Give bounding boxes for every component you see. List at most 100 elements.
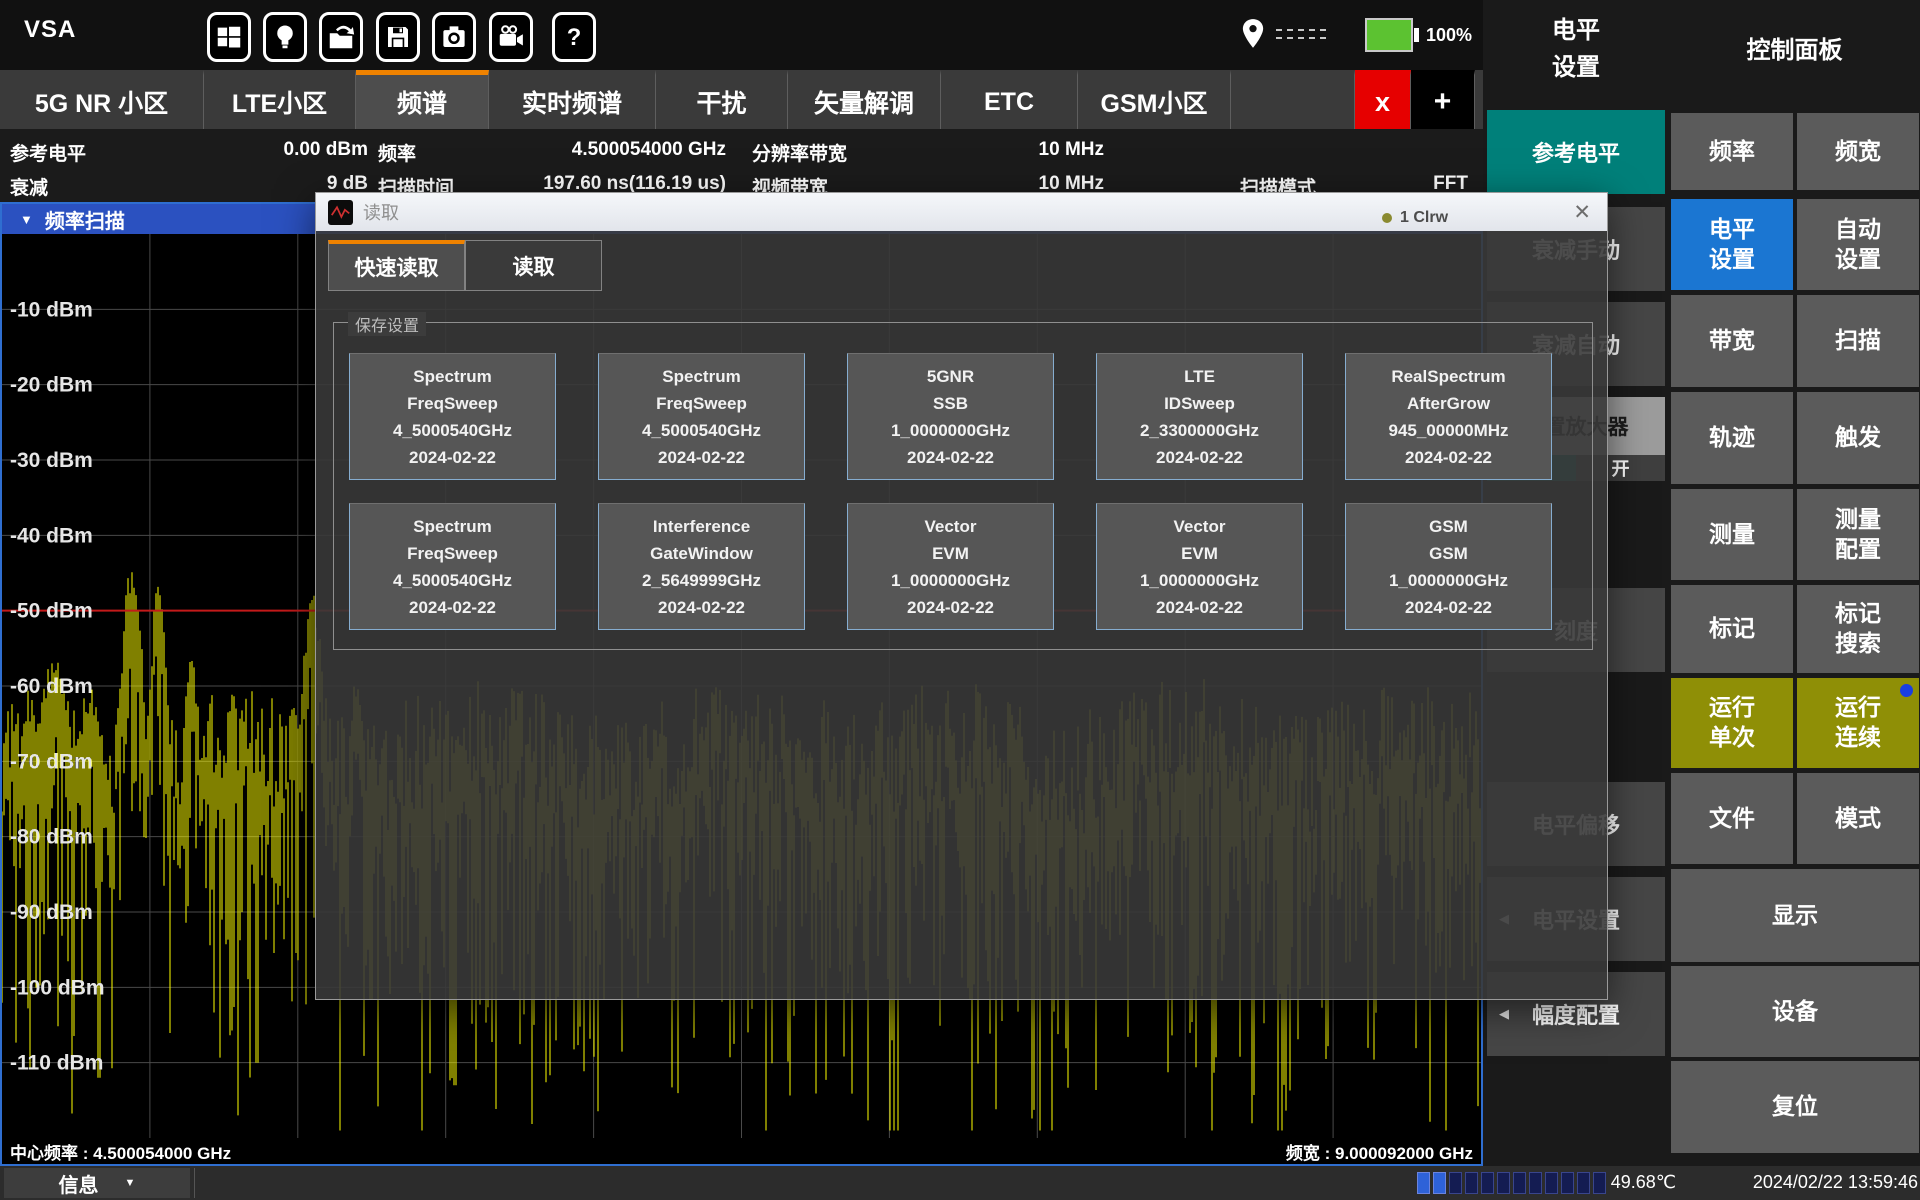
save-button[interactable] [376, 12, 420, 62]
tab-干扰[interactable]: 干扰 [656, 70, 788, 129]
card-frequency: 1_0000000GHz [891, 567, 1010, 594]
saved-setting-card[interactable]: InterferenceGateWindow2_5649999GHz2024-0… [598, 503, 805, 630]
card-date: 2024-02-22 [658, 444, 745, 471]
back-arrow-icon: ◀ [1499, 1006, 1509, 1022]
control-button-测量[interactable]: 测量 [1671, 489, 1793, 580]
card-name: Vector [1174, 513, 1226, 540]
setting-频率: 频率4.500054000 GHz [378, 139, 726, 166]
tab-ETC[interactable]: ETC [941, 70, 1078, 129]
center-frequency-readout: 中心频率 : 4.500054000 GHz [10, 1139, 231, 1164]
control-button-显示[interactable]: 显示 [1671, 869, 1919, 962]
saved-setting-card[interactable]: 5GNRSSB1_0000000GHz2024-02-22 [847, 353, 1054, 480]
setting-label: 参考电平 [10, 139, 86, 166]
card-name: GSM [1429, 513, 1468, 540]
saved-settings-cards: SpectrumFreqSweep4_5000540GHz2024-02-22 S… [349, 353, 1552, 630]
control-button-触发[interactable]: 触发 [1797, 392, 1919, 484]
card-frequency: 4_5000540GHz [393, 567, 512, 594]
help-button[interactable]: ? [552, 12, 596, 62]
saved-setting-card[interactable]: VectorEVM1_0000000GHz2024-02-22 [1096, 503, 1303, 630]
submenu-title: 电平 设置 [1483, 12, 1669, 86]
add-tab-button[interactable]: + [1411, 70, 1475, 129]
setting-value[interactable]: 0.00 dBm [284, 139, 368, 166]
card-date: 2024-02-22 [658, 594, 745, 621]
control-button-测量配置[interactable]: 测量 配置 [1797, 489, 1919, 580]
saved-setting-card[interactable]: GSMGSM1_0000000GHz2024-02-22 [1345, 503, 1552, 630]
card-date: 2024-02-22 [907, 444, 994, 471]
y-axis-tick: -100 dBm [10, 976, 105, 999]
saved-setting-card[interactable]: SpectrumFreqSweep4_5000540GHz2024-02-22 [598, 353, 805, 480]
card-frequency: 1_0000000GHz [891, 417, 1010, 444]
video-recorder-button[interactable] [489, 12, 533, 62]
card-name: Vector [925, 513, 977, 540]
y-axis-tick: -70 dBm [10, 750, 93, 773]
control-button-复位[interactable]: 复位 [1671, 1061, 1919, 1153]
card-frequency: 2_5649999GHz [642, 567, 761, 594]
card-date: 2024-02-22 [1156, 444, 1243, 471]
folder-open-button[interactable] [319, 12, 363, 62]
card-frequency: 2_3300000GHz [1140, 417, 1259, 444]
control-button-轨迹[interactable]: 轨迹 [1671, 392, 1793, 484]
control-panel-title: 控制面板 [1669, 30, 1920, 65]
saved-setting-card[interactable]: RealSpectrumAfterGrow945_00000MHz2024-02… [1345, 353, 1552, 480]
control-button-标记搜索[interactable]: 标记 搜索 [1797, 585, 1919, 673]
control-button-频率[interactable]: 频率 [1671, 113, 1793, 190]
battery-icon [1365, 18, 1413, 52]
dialog-tab-读取[interactable]: 读取 [465, 240, 602, 291]
location-pin-icon [1240, 18, 1266, 50]
saved-setting-card[interactable]: SpectrumFreqSweep4_5000540GHz2024-02-22 [349, 503, 556, 630]
tab-GSM小区[interactable]: GSM小区 [1078, 70, 1231, 129]
bulb-icon [270, 22, 300, 52]
control-button-模式[interactable]: 模式 [1797, 773, 1919, 864]
saved-setting-card[interactable]: VectorEVM1_0000000GHz2024-02-22 [847, 503, 1054, 630]
card-subname: EVM [1181, 540, 1218, 567]
close-tab-button[interactable]: x [1355, 70, 1411, 129]
bulb-button[interactable] [263, 12, 307, 62]
progress-segment [1449, 1172, 1462, 1194]
tab-5G NR 小区[interactable]: 5G NR 小区 [0, 70, 204, 129]
card-frequency: 945_00000MHz [1388, 417, 1508, 444]
control-button-电平设置[interactable]: 电平 设置 [1671, 199, 1793, 290]
control-button-自动设置[interactable]: 自动 设置 [1797, 199, 1919, 290]
dialog-title: 读取 [363, 199, 399, 225]
tab-实时频谱[interactable]: 实时频谱 [489, 70, 656, 129]
trace-legend-label: 1 Clrw [1400, 209, 1448, 227]
tab-矢量解调[interactable]: 矢量解调 [788, 70, 941, 129]
windows-button[interactable] [207, 12, 251, 62]
control-button-运行单次[interactable]: 运行 单次 [1671, 678, 1793, 768]
setting-分辨率带宽: 分辨率带宽10 MHz [752, 139, 1104, 166]
setting-value[interactable]: 10 MHz [1039, 139, 1104, 166]
saved-setting-card[interactable]: LTEIDSweep2_3300000GHz2024-02-22 [1096, 353, 1303, 480]
control-button-运行连续[interactable]: 运行 连续 [1797, 678, 1919, 768]
chart-title: 频率扫描 [45, 205, 125, 234]
info-dropdown[interactable]: 信息 ▼ [4, 1168, 190, 1198]
control-button-设备[interactable]: 设备 [1671, 966, 1919, 1057]
progress-segment [1561, 1172, 1574, 1194]
saved-setting-card[interactable]: SpectrumFreqSweep4_5000540GHz2024-02-22 [349, 353, 556, 480]
tab-频谱[interactable]: 频谱 [356, 70, 489, 129]
control-button-文件[interactable]: 文件 [1671, 773, 1793, 864]
windows-icon [214, 22, 244, 52]
control-button-标记[interactable]: 标记 [1671, 585, 1793, 673]
waveform-icon [328, 200, 353, 225]
card-subname: EVM [932, 540, 969, 567]
control-button-频宽[interactable]: 频宽 [1797, 113, 1919, 190]
camera-button[interactable] [432, 12, 476, 62]
tab-LTE小区[interactable]: LTE小区 [204, 70, 356, 129]
card-subname: AfterGrow [1407, 390, 1490, 417]
setting-label: 衰减 [10, 173, 48, 200]
setting-value[interactable]: 4.500054000 GHz [572, 139, 726, 166]
trace-legend: 1 Clrw [1382, 209, 1448, 227]
collapse-triangle-icon[interactable]: ▼ [20, 212, 33, 227]
card-name: LTE [1184, 363, 1215, 390]
app-logo: VSA [24, 16, 76, 44]
active-indicator-dot [1900, 684, 1913, 697]
card-date: 2024-02-22 [1405, 444, 1492, 471]
dialog-tab-快速读取[interactable]: 快速读取 [328, 240, 465, 291]
control-button-带宽[interactable]: 带宽 [1671, 295, 1793, 387]
submenu-item-参考电平[interactable]: 参考电平 [1487, 110, 1665, 194]
close-icon[interactable]: ✕ [1573, 200, 1591, 225]
control-button-扫描[interactable]: 扫描 [1797, 295, 1919, 387]
battery-cap [1414, 28, 1419, 42]
card-date: 2024-02-22 [1156, 594, 1243, 621]
card-subname: GSM [1429, 540, 1468, 567]
